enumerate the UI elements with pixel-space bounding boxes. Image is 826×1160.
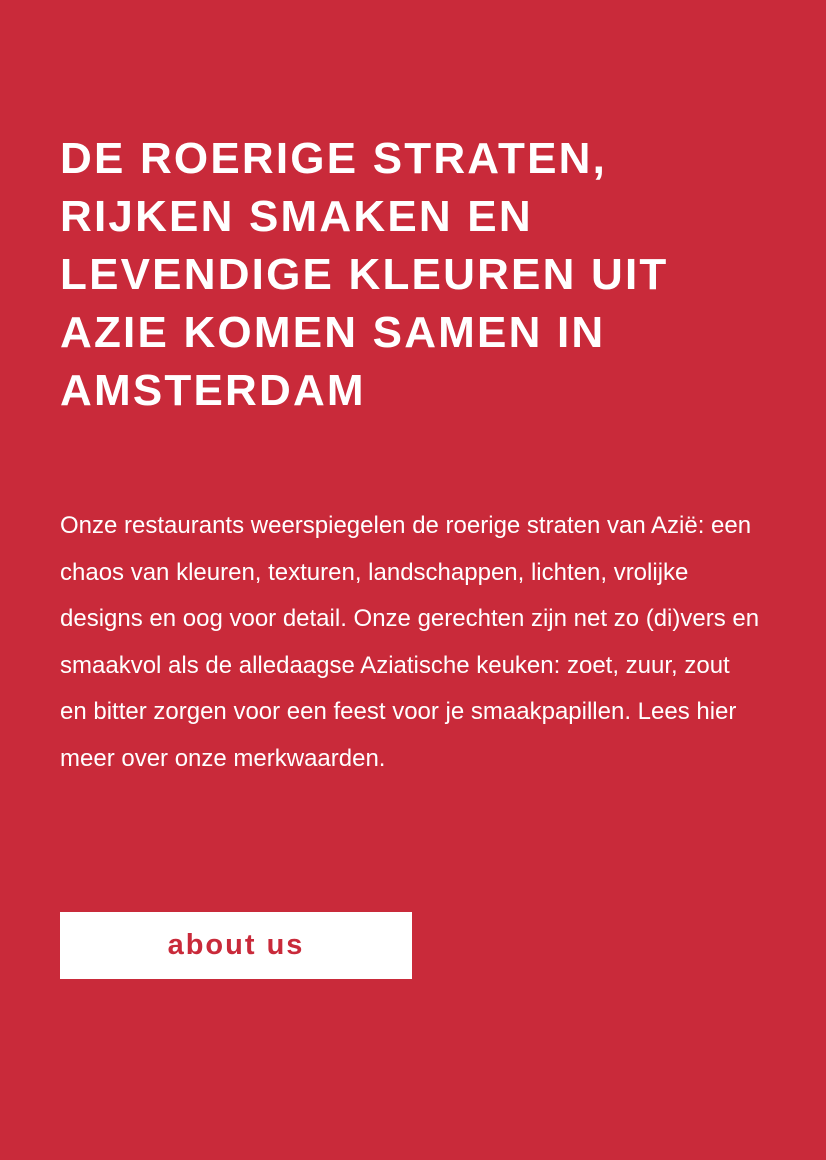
section-body-text: Onze restaurants weerspiegelen de roerig… [60, 512, 760, 772]
about-us-button-label: about us [167, 929, 305, 961]
section-headline: DE ROERIGE STRATEN, RIJKEN SMAKEN EN LEV… [60, 134, 669, 415]
about-us-button[interactable]: about us [60, 912, 412, 979]
intro-section: DE ROERIGE STRATEN, RIJKEN SMAKEN EN LEV… [0, 0, 826, 1160]
